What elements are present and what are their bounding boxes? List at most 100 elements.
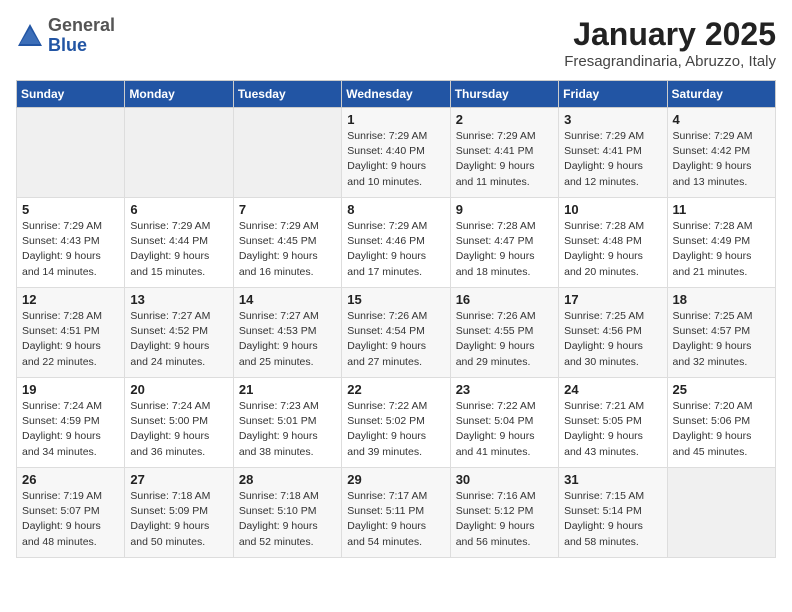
calendar-cell: 21Sunrise: 7:23 AM Sunset: 5:01 PM Dayli… [233,378,341,468]
page-header: General Blue January 2025 Fresagrandinar… [16,16,776,70]
day-number: 15 [347,292,444,307]
calendar-cell [17,108,125,198]
calendar-cell: 31 Sunrise: 7:15 AM Sunset: 5:14 PM Dayli… [559,468,667,558]
day-info: Sunrise: 7:20 AM Sunset: 5:06 PM Dayligh… [673,399,770,460]
day-info: Sunrise: 7:19 AM Sunset: 5:07 PM Dayligh… [22,489,119,550]
day-number: 1 [347,112,444,127]
title-block: January 2025 Fresagrandinaria, Abruzzo, … [564,16,776,70]
day-info: Sunrise: 7:29 AM Sunset: 4:42 PM Dayligh… [673,129,770,190]
day-info: Sunrise: 7:28 AM Sunset: 4:47 PM Dayligh… [456,219,553,280]
calendar-cell: 6 Sunrise: 7:29 AM Sunset: 4:44 PM Daylig… [125,198,233,288]
day-info: Sunrise: 7:29 AM Sunset: 4:41 PM Dayligh… [456,129,553,190]
logo-general: General [48,16,115,36]
day-number: 30 [456,472,553,487]
day-info: Sunrise: 7:29 AM Sunset: 4:40 PM Dayligh… [347,129,444,190]
day-number: 13 [130,292,227,307]
day-info: Sunrise: 7:27 AM Sunset: 4:53 PM Dayligh… [239,309,336,370]
calendar-cell: 18 Sunrise: 7:25 AM Sunset: 4:57 PM Dayli… [667,288,775,378]
header-day-sunday: Sunday [17,81,125,108]
calendar-cell: 9 Sunrise: 7:28 AM Sunset: 4:47 PM Daylig… [450,198,558,288]
day-number: 26 [22,472,119,487]
day-number: 18 [673,292,770,307]
day-info: Sunrise: 7:22 AM Sunset: 5:04 PM Dayligh… [456,399,553,460]
calendar-cell [125,108,233,198]
day-info: Sunrise: 7:29 AM Sunset: 4:44 PM Dayligh… [130,219,227,280]
day-number: 7 [239,202,336,217]
week-row-2: 5 Sunrise: 7:29 AM Sunset: 4:43 PM Daylig… [17,198,776,288]
day-info: Sunrise: 7:22 AM Sunset: 5:02 PM Dayligh… [347,399,444,460]
day-info: Sunrise: 7:28 AM Sunset: 4:51 PM Dayligh… [22,309,119,370]
day-info: Sunrise: 7:28 AM Sunset: 4:49 PM Dayligh… [673,219,770,280]
calendar-cell: 15 Sunrise: 7:26 AM Sunset: 4:54 PM Dayli… [342,288,450,378]
day-info: Sunrise: 7:15 AM Sunset: 5:14 PM Dayligh… [564,489,661,550]
header-day-tuesday: Tuesday [233,81,341,108]
day-number: 27 [130,472,227,487]
day-number: 21 [239,382,336,397]
day-info: Sunrise: 7:18 AM Sunset: 5:09 PM Dayligh… [130,489,227,550]
day-info: Sunrise: 7:25 AM Sunset: 4:57 PM Dayligh… [673,309,770,370]
calendar-cell [667,468,775,558]
calendar-cell: 19 Sunrise: 7:24 AM Sunset: 4:59 PM Dayli… [17,378,125,468]
day-number: 11 [673,202,770,217]
day-number: 3 [564,112,661,127]
day-number: 14 [239,292,336,307]
day-number: 8 [347,202,444,217]
day-number: 16 [456,292,553,307]
day-info: Sunrise: 7:29 AM Sunset: 4:45 PM Dayligh… [239,219,336,280]
calendar-cell: 3 Sunrise: 7:29 AM Sunset: 4:41 PM Daylig… [559,108,667,198]
logo-blue: Blue [48,36,115,56]
day-info: Sunrise: 7:25 AM Sunset: 4:56 PM Dayligh… [564,309,661,370]
day-info: Sunrise: 7:29 AM Sunset: 4:43 PM Dayligh… [22,219,119,280]
calendar-table: SundayMondayTuesdayWednesdayThursdayFrid… [16,80,776,558]
calendar-cell: 27 Sunrise: 7:18 AM Sunset: 5:09 PM Dayli… [125,468,233,558]
header-day-thursday: Thursday [450,81,558,108]
calendar-cell: 16 Sunrise: 7:26 AM Sunset: 4:55 PM Dayli… [450,288,558,378]
calendar-body: 1 Sunrise: 7:29 AM Sunset: 4:40 PM Daylig… [17,108,776,558]
day-number: 6 [130,202,227,217]
day-info: Sunrise: 7:24 AM Sunset: 4:59 PM Dayligh… [22,399,119,460]
calendar-cell: 20 Sunrise: 7:24 AM Sunset: 5:00 PM Dayli… [125,378,233,468]
week-row-5: 26 Sunrise: 7:19 AM Sunset: 5:07 PM Dayli… [17,468,776,558]
day-number: 19 [22,382,119,397]
calendar-cell: 14 Sunrise: 7:27 AM Sunset: 4:53 PM Dayli… [233,288,341,378]
calendar-cell: 25 Sunrise: 7:20 AM Sunset: 5:06 PM Dayli… [667,378,775,468]
header-day-saturday: Saturday [667,81,775,108]
calendar-cell: 13Sunrise: 7:27 AM Sunset: 4:52 PM Dayli… [125,288,233,378]
calendar-header-row: SundayMondayTuesdayWednesdayThursdayFrid… [17,81,776,108]
logo: General Blue [16,16,115,56]
month-title: January 2025 [564,16,776,53]
day-info: Sunrise: 7:26 AM Sunset: 4:55 PM Dayligh… [456,309,553,370]
day-number: 29 [347,472,444,487]
day-number: 10 [564,202,661,217]
day-number: 20 [130,382,227,397]
calendar-cell: 2Sunrise: 7:29 AM Sunset: 4:41 PM Daylig… [450,108,558,198]
day-number: 24 [564,382,661,397]
day-number: 12 [22,292,119,307]
day-info: Sunrise: 7:21 AM Sunset: 5:05 PM Dayligh… [564,399,661,460]
header-day-monday: Monday [125,81,233,108]
day-info: Sunrise: 7:18 AM Sunset: 5:10 PM Dayligh… [239,489,336,550]
calendar-cell [233,108,341,198]
day-number: 22 [347,382,444,397]
day-number: 9 [456,202,553,217]
header-day-friday: Friday [559,81,667,108]
day-info: Sunrise: 7:16 AM Sunset: 5:12 PM Dayligh… [456,489,553,550]
calendar-cell: 30 Sunrise: 7:16 AM Sunset: 5:12 PM Dayli… [450,468,558,558]
day-number: 4 [673,112,770,127]
day-number: 31 [564,472,661,487]
calendar-cell: 24 Sunrise: 7:21 AM Sunset: 5:05 PM Dayli… [559,378,667,468]
day-number: 5 [22,202,119,217]
day-info: Sunrise: 7:24 AM Sunset: 5:00 PM Dayligh… [130,399,227,460]
calendar-cell: 1 Sunrise: 7:29 AM Sunset: 4:40 PM Daylig… [342,108,450,198]
day-number: 23 [456,382,553,397]
day-number: 28 [239,472,336,487]
day-info: Sunrise: 7:29 AM Sunset: 4:41 PM Dayligh… [564,129,661,190]
week-row-4: 19 Sunrise: 7:24 AM Sunset: 4:59 PM Dayli… [17,378,776,468]
calendar-cell: 22 Sunrise: 7:22 AM Sunset: 5:02 PM Dayli… [342,378,450,468]
day-info: Sunrise: 7:26 AM Sunset: 4:54 PM Dayligh… [347,309,444,370]
day-number: 25 [673,382,770,397]
calendar-cell: 29Sunrise: 7:17 AM Sunset: 5:11 PM Dayli… [342,468,450,558]
week-row-3: 12 Sunrise: 7:28 AM Sunset: 4:51 PM Dayli… [17,288,776,378]
location-title: Fresagrandinaria, Abruzzo, Italy [564,53,776,70]
calendar-cell: 26 Sunrise: 7:19 AM Sunset: 5:07 PM Dayli… [17,468,125,558]
